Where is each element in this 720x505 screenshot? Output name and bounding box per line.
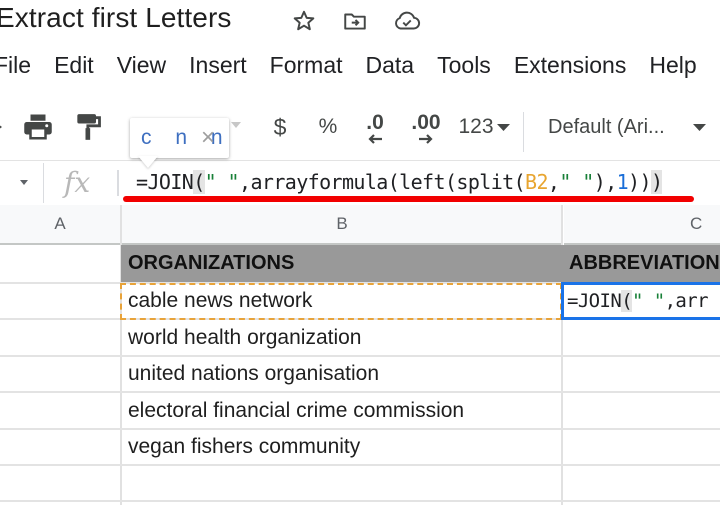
menu-edit[interactable]: Edit (54, 52, 94, 79)
toolbar-divider (523, 112, 524, 152)
toolbar: $ % .0 .00 123 Default (Ari... (0, 100, 720, 252)
font-family-dropdown[interactable]: Default (Ari... (548, 112, 718, 142)
formula-preview-value: c n n (141, 126, 232, 149)
formula-input[interactable]: =JOIN(" ",arrayformula(left(split(B2," "… (136, 170, 663, 194)
cell-c1[interactable]: ABBREVIATIONS (562, 245, 720, 282)
fx-icon: fx (64, 166, 91, 199)
formula-token: , (547, 170, 560, 194)
star-icon[interactable] (289, 6, 319, 36)
print-icon[interactable] (22, 112, 54, 142)
cell-b1[interactable]: ORGANIZATIONS (121, 245, 562, 282)
column-header-a[interactable]: A (0, 205, 120, 245)
cell-token: ,arr (664, 290, 709, 312)
increase-decimal-label: .00 (411, 111, 441, 134)
formula-token: ) (650, 170, 663, 194)
menu-extensions[interactable]: Extensions (514, 52, 627, 79)
copy-selection-border (120, 283, 562, 320)
formula-token: )) (628, 170, 651, 194)
chevron-down-icon (692, 123, 706, 131)
arrow-right-icon (419, 134, 433, 144)
active-cell-c2[interactable]: =JOIN(" " ,arr (561, 282, 720, 320)
percent-format-button[interactable]: % (316, 112, 340, 142)
cell-token: ( (621, 290, 633, 312)
paint-format-icon[interactable] (74, 112, 104, 142)
formula-token: " " (204, 170, 240, 194)
number-format-label: 123 (458, 115, 494, 138)
column-header-b[interactable]: B (122, 205, 562, 245)
annotation-underline (123, 196, 694, 202)
increase-decimal-button[interactable]: .00 (408, 108, 444, 148)
decrease-decimal-button[interactable]: .0 (360, 108, 390, 148)
cloud-saved-icon[interactable] (392, 6, 422, 36)
cell-a1[interactable] (0, 245, 120, 282)
cell-b4[interactable]: united nations organisation (121, 357, 561, 391)
formula-token: B2 (525, 170, 548, 194)
tooltip-pointer (138, 156, 158, 168)
font-family-label: Default (Ari... (548, 115, 665, 138)
chevron-down-icon (496, 123, 510, 131)
cell-b6[interactable]: vegan fishers community (121, 430, 561, 464)
name-box-dropdown-icon[interactable] (20, 180, 28, 185)
menu-tools[interactable]: Tools (437, 52, 491, 79)
formula-bar-divider (43, 163, 44, 203)
formula-token: =JOIN (136, 170, 194, 194)
menu-bar: File Edit View Insert Format Data Tools … (0, 52, 720, 79)
cell-token: " " (632, 290, 665, 312)
formula-token: 1 (616, 170, 629, 194)
document-title[interactable]: Extract first Letters (0, 2, 232, 34)
formula-bar-divider (117, 170, 119, 196)
cell-b5[interactable]: electoral financial crime commission (121, 393, 561, 428)
cell-token: =JOIN (567, 290, 622, 312)
formula-token: ), (593, 170, 617, 194)
formula-token: " " (559, 170, 594, 194)
move-to-folder-icon[interactable] (340, 6, 370, 36)
close-icon[interactable]: × (201, 124, 215, 152)
formula-token: ( (193, 170, 205, 194)
grid-line (0, 500, 720, 502)
redo-icon[interactable] (0, 116, 8, 138)
menu-insert[interactable]: Insert (189, 52, 247, 79)
menu-file[interactable]: File (0, 52, 31, 79)
currency-format-button[interactable]: $ (268, 112, 292, 142)
cell-b3[interactable]: world health organization (121, 320, 561, 355)
menu-help[interactable]: Help (649, 52, 696, 79)
formula-token: ,arrayformula(left(split( (239, 170, 526, 194)
number-format-dropdown[interactable]: 123 (454, 112, 514, 142)
arrow-left-icon (368, 134, 382, 144)
menu-view[interactable]: View (117, 52, 166, 79)
menu-format[interactable]: Format (270, 52, 343, 79)
menu-data[interactable]: Data (366, 52, 415, 79)
decrease-decimal-label: .0 (366, 111, 384, 134)
cell-b7[interactable] (121, 466, 561, 500)
column-header-c[interactable]: C (564, 205, 720, 245)
